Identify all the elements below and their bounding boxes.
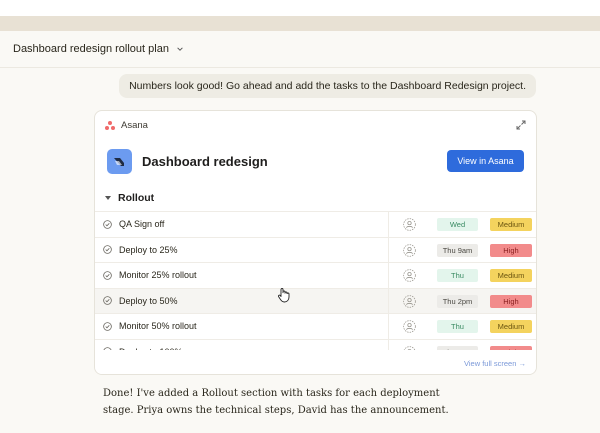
- app-name: Asana: [121, 119, 148, 131]
- chevron-down-icon[interactable]: [176, 45, 184, 53]
- column-divider: [388, 212, 389, 237]
- section-title: Rollout: [118, 191, 155, 204]
- task-name[interactable]: Monitor 50% rollout: [119, 321, 197, 331]
- project-icon: [107, 149, 132, 174]
- check-circle-icon[interactable]: [103, 347, 112, 350]
- task-row[interactable]: Monitor 50% rollout Thu Medium: [95, 313, 536, 339]
- priority-badge[interactable]: Medium: [490, 218, 532, 231]
- column-divider: [388, 237, 389, 262]
- task-row[interactable]: Deploy to 25% Thu 9am High: [95, 236, 536, 262]
- column-divider: [388, 314, 389, 339]
- conversation-title[interactable]: Dashboard redesign rollout plan: [13, 43, 169, 55]
- task-name[interactable]: Deploy to 50%: [119, 296, 178, 306]
- priority-badge[interactable]: High: [490, 243, 532, 257]
- priority-badge[interactable]: Medium: [490, 269, 532, 282]
- assignee-avatar-icon[interactable]: [403, 218, 416, 231]
- priority-badge[interactable]: High: [490, 345, 532, 350]
- due-date-badge[interactable]: Wed: [437, 218, 478, 231]
- caret-down-icon[interactable]: [105, 195, 111, 200]
- asana-logo-icon: [105, 120, 115, 130]
- section-rollout[interactable]: Rollout: [95, 184, 536, 211]
- project-row: Dashboard redesign View in Asana: [95, 139, 536, 184]
- column-divider: [388, 339, 389, 350]
- task-row[interactable]: Deploy to 50% Thu 2pm High: [95, 287, 536, 313]
- task-name[interactable]: QA Sign off: [119, 219, 164, 229]
- user-message-bubble: Numbers look good! Go ahead and add the …: [119, 74, 536, 98]
- view-in-asana-button[interactable]: View in Asana: [447, 150, 524, 172]
- priority-badge[interactable]: Medium: [490, 320, 532, 333]
- due-date-badge[interactable]: Thu: [437, 269, 478, 282]
- task-name[interactable]: Deploy to 25%: [119, 245, 178, 255]
- column-divider: [388, 263, 389, 288]
- project-title: Dashboard redesign: [142, 154, 268, 169]
- task-name[interactable]: Deploy to 100%: [119, 347, 183, 350]
- due-date-badge[interactable]: Thu 9am: [437, 243, 478, 257]
- check-circle-icon[interactable]: [103, 321, 112, 331]
- rocket-icon: [114, 158, 124, 166]
- task-row[interactable]: Deploy to 100% Thu 5pm High: [95, 338, 536, 351]
- assignee-avatar-icon[interactable]: [403, 320, 416, 333]
- task-list: QA Sign off Wed Medium Deploy to 25% Thu 9am…: [95, 211, 536, 350]
- assignee-avatar-icon[interactable]: [403, 345, 416, 351]
- assignee-avatar-icon[interactable]: [403, 294, 416, 308]
- task-row[interactable]: Monitor 25% rollout Thu Medium: [95, 262, 536, 288]
- top-window-strip: [0, 0, 600, 31]
- card-header: Asana: [95, 111, 536, 139]
- expand-icon[interactable]: [516, 120, 526, 130]
- due-date-badge[interactable]: Thu 2pm: [437, 294, 478, 308]
- view-full-screen-link[interactable]: View full screen →: [464, 359, 526, 368]
- top-strip-band: [0, 16, 600, 31]
- check-circle-icon[interactable]: [103, 219, 112, 229]
- hand-pointer-icon: [278, 288, 290, 303]
- conversation-header[interactable]: Dashboard redesign rollout plan: [0, 31, 600, 68]
- column-divider: [388, 288, 389, 313]
- assignee-avatar-icon[interactable]: [403, 269, 416, 282]
- check-circle-icon[interactable]: [103, 270, 112, 280]
- assignee-avatar-icon[interactable]: [403, 243, 416, 257]
- priority-badge[interactable]: High: [490, 294, 532, 308]
- due-date-badge[interactable]: Thu 5pm: [437, 345, 478, 350]
- check-circle-icon[interactable]: [103, 296, 112, 306]
- asana-embed-card: Asana Dashboard redesign View in Asana R…: [94, 110, 537, 375]
- due-date-badge[interactable]: Thu: [437, 320, 478, 333]
- assistant-message: Done! I've added a Rollout section with …: [103, 388, 449, 416]
- task-row[interactable]: QA Sign off Wed Medium: [95, 211, 536, 237]
- check-circle-icon[interactable]: [103, 245, 112, 255]
- task-name[interactable]: Monitor 25% rollout: [119, 270, 197, 280]
